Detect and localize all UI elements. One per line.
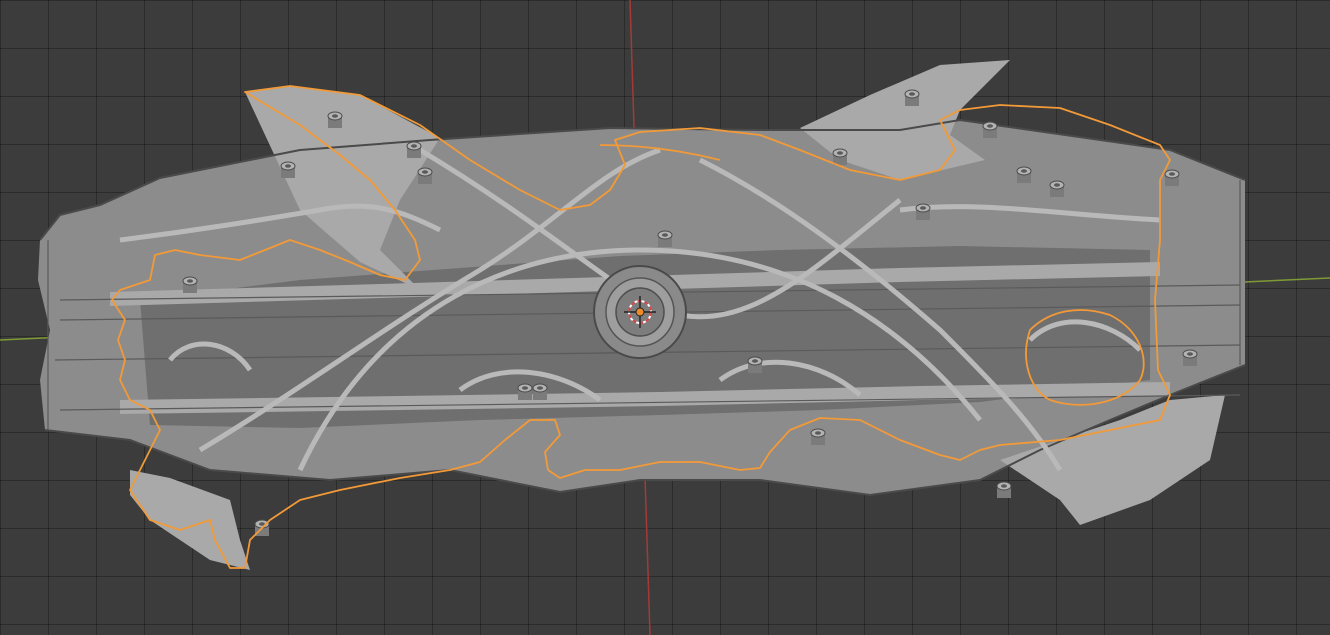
peg xyxy=(1182,349,1198,366)
mesh-object[interactable] xyxy=(38,60,1246,570)
peg xyxy=(657,230,673,247)
mesh-jaw-left xyxy=(130,470,250,570)
peg xyxy=(904,89,920,106)
peg xyxy=(832,148,848,165)
peg xyxy=(996,481,1012,498)
peg xyxy=(1016,166,1032,183)
peg xyxy=(517,383,533,400)
peg xyxy=(747,356,763,373)
peg xyxy=(182,276,198,293)
peg xyxy=(327,111,343,128)
peg xyxy=(1164,169,1180,186)
viewport-scene[interactable] xyxy=(0,0,1330,635)
peg xyxy=(417,167,433,184)
peg xyxy=(982,121,998,138)
peg xyxy=(1049,180,1065,197)
peg xyxy=(280,161,296,178)
peg xyxy=(810,428,826,445)
peg xyxy=(532,383,548,400)
peg xyxy=(406,141,422,158)
3d-viewport[interactable] xyxy=(0,0,1330,635)
peg xyxy=(915,203,931,220)
